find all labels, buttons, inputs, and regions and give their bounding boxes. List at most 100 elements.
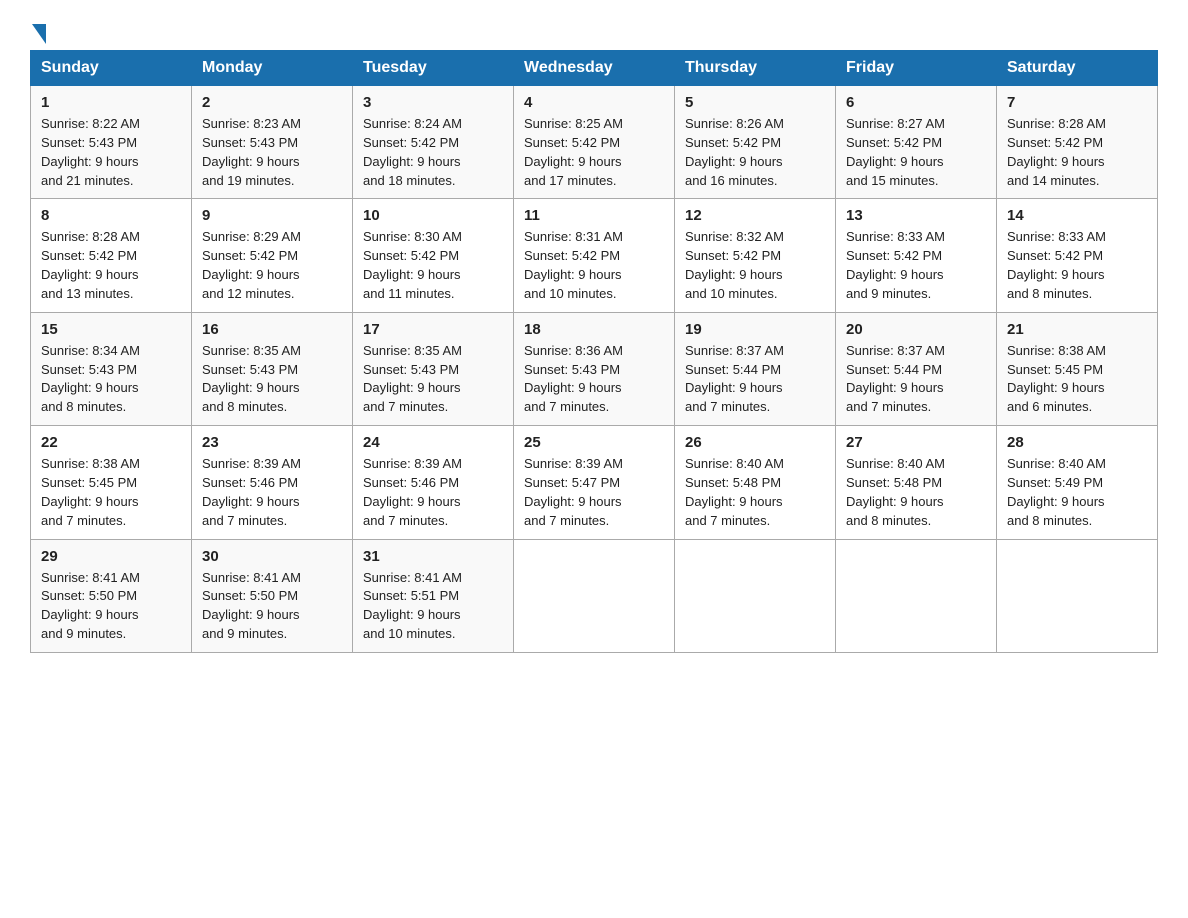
logo-triangle-icon [32, 24, 46, 44]
day-number: 10 [363, 207, 503, 224]
calendar-cell: 21 Sunrise: 8:38 AMSunset: 5:45 PMDayligh… [997, 312, 1158, 425]
day-info: Sunrise: 8:29 AMSunset: 5:42 PMDaylight:… [202, 229, 301, 301]
calendar-cell: 11 Sunrise: 8:31 AMSunset: 5:42 PMDayligh… [514, 199, 675, 312]
day-info: Sunrise: 8:35 AMSunset: 5:43 PMDaylight:… [363, 343, 462, 415]
day-number: 26 [685, 434, 825, 451]
calendar-week-row: 29 Sunrise: 8:41 AMSunset: 5:50 PMDayligh… [31, 539, 1158, 652]
day-number: 23 [202, 434, 342, 451]
day-number: 20 [846, 321, 986, 338]
calendar-cell: 28 Sunrise: 8:40 AMSunset: 5:49 PMDayligh… [997, 426, 1158, 539]
calendar-cell [997, 539, 1158, 652]
calendar-week-row: 22Sunrise: 8:38 AMSunset: 5:45 PMDayligh… [31, 426, 1158, 539]
day-info: Sunrise: 8:27 AMSunset: 5:42 PMDaylight:… [846, 116, 945, 188]
day-number: 27 [846, 434, 986, 451]
day-number: 4 [524, 94, 664, 111]
calendar-cell: 1Sunrise: 8:22 AMSunset: 5:43 PMDaylight… [31, 86, 192, 199]
day-number: 14 [1007, 207, 1147, 224]
calendar-cell: 26Sunrise: 8:40 AMSunset: 5:48 PMDayligh… [675, 426, 836, 539]
day-info: Sunrise: 8:41 AMSunset: 5:51 PMDaylight:… [363, 570, 462, 642]
calendar-cell: 27 Sunrise: 8:40 AMSunset: 5:48 PMDayligh… [836, 426, 997, 539]
calendar-cell: 9 Sunrise: 8:29 AMSunset: 5:42 PMDaylight… [192, 199, 353, 312]
day-info: Sunrise: 8:40 AMSunset: 5:49 PMDaylight:… [1007, 456, 1106, 528]
day-number: 25 [524, 434, 664, 451]
day-number: 28 [1007, 434, 1147, 451]
day-info: Sunrise: 8:38 AMSunset: 5:45 PMDaylight:… [1007, 343, 1106, 415]
day-info: Sunrise: 8:39 AMSunset: 5:47 PMDaylight:… [524, 456, 623, 528]
day-number: 29 [41, 548, 181, 565]
day-info: Sunrise: 8:41 AMSunset: 5:50 PMDaylight:… [41, 570, 140, 642]
calendar-cell: 3Sunrise: 8:24 AMSunset: 5:42 PMDaylight… [353, 86, 514, 199]
day-number: 21 [1007, 321, 1147, 338]
calendar-header-row: SundayMondayTuesdayWednesdayThursdayFrid… [31, 51, 1158, 86]
calendar-cell: 12 Sunrise: 8:32 AMSunset: 5:42 PMDayligh… [675, 199, 836, 312]
day-number: 19 [685, 321, 825, 338]
day-number: 11 [524, 207, 664, 224]
calendar-cell: 22Sunrise: 8:38 AMSunset: 5:45 PMDayligh… [31, 426, 192, 539]
day-header-sunday: Sunday [31, 51, 192, 86]
day-number: 13 [846, 207, 986, 224]
day-header-friday: Friday [836, 51, 997, 86]
day-info: Sunrise: 8:23 AMSunset: 5:43 PMDaylight:… [202, 116, 301, 188]
calendar-cell: 30 Sunrise: 8:41 AMSunset: 5:50 PMDayligh… [192, 539, 353, 652]
calendar-cell [675, 539, 836, 652]
day-number: 16 [202, 321, 342, 338]
calendar-cell: 6 Sunrise: 8:27 AMSunset: 5:42 PMDaylight… [836, 86, 997, 199]
day-info: Sunrise: 8:31 AMSunset: 5:42 PMDaylight:… [524, 229, 623, 301]
day-number: 12 [685, 207, 825, 224]
day-info: Sunrise: 8:33 AMSunset: 5:42 PMDaylight:… [846, 229, 945, 301]
day-info: Sunrise: 8:37 AMSunset: 5:44 PMDaylight:… [685, 343, 784, 415]
calendar-table: SundayMondayTuesdayWednesdayThursdayFrid… [30, 50, 1158, 653]
calendar-cell [514, 539, 675, 652]
calendar-cell: 17 Sunrise: 8:35 AMSunset: 5:43 PMDayligh… [353, 312, 514, 425]
day-info: Sunrise: 8:41 AMSunset: 5:50 PMDaylight:… [202, 570, 301, 642]
calendar-cell: 25 Sunrise: 8:39 AMSunset: 5:47 PMDayligh… [514, 426, 675, 539]
day-info: Sunrise: 8:34 AMSunset: 5:43 PMDaylight:… [41, 343, 140, 415]
day-info: Sunrise: 8:37 AMSunset: 5:44 PMDaylight:… [846, 343, 945, 415]
day-header-monday: Monday [192, 51, 353, 86]
day-number: 9 [202, 207, 342, 224]
day-info: Sunrise: 8:25 AMSunset: 5:42 PMDaylight:… [524, 116, 623, 188]
calendar-cell: 14Sunrise: 8:33 AMSunset: 5:42 PMDayligh… [997, 199, 1158, 312]
day-number: 24 [363, 434, 503, 451]
day-info: Sunrise: 8:28 AMSunset: 5:42 PMDaylight:… [1007, 116, 1106, 188]
calendar-week-row: 8 Sunrise: 8:28 AMSunset: 5:42 PMDaylight… [31, 199, 1158, 312]
day-header-tuesday: Tuesday [353, 51, 514, 86]
calendar-cell: 31 Sunrise: 8:41 AMSunset: 5:51 PMDayligh… [353, 539, 514, 652]
calendar-cell: 16Sunrise: 8:35 AMSunset: 5:43 PMDayligh… [192, 312, 353, 425]
day-number: 17 [363, 321, 503, 338]
day-number: 31 [363, 548, 503, 565]
day-info: Sunrise: 8:40 AMSunset: 5:48 PMDaylight:… [846, 456, 945, 528]
day-info: Sunrise: 8:22 AMSunset: 5:43 PMDaylight:… [41, 116, 140, 188]
calendar-cell: 7 Sunrise: 8:28 AMSunset: 5:42 PMDaylight… [997, 86, 1158, 199]
calendar-cell: 24Sunrise: 8:39 AMSunset: 5:46 PMDayligh… [353, 426, 514, 539]
day-header-thursday: Thursday [675, 51, 836, 86]
day-info: Sunrise: 8:39 AMSunset: 5:46 PMDaylight:… [202, 456, 301, 528]
day-info: Sunrise: 8:30 AMSunset: 5:42 PMDaylight:… [363, 229, 462, 301]
day-info: Sunrise: 8:28 AMSunset: 5:42 PMDaylight:… [41, 229, 140, 301]
day-info: Sunrise: 8:26 AMSunset: 5:42 PMDaylight:… [685, 116, 784, 188]
day-number: 5 [685, 94, 825, 111]
day-info: Sunrise: 8:32 AMSunset: 5:42 PMDaylight:… [685, 229, 784, 301]
calendar-cell: 4 Sunrise: 8:25 AMSunset: 5:42 PMDaylight… [514, 86, 675, 199]
calendar-cell: 23 Sunrise: 8:39 AMSunset: 5:46 PMDayligh… [192, 426, 353, 539]
day-number: 2 [202, 94, 342, 111]
calendar-cell: 8 Sunrise: 8:28 AMSunset: 5:42 PMDaylight… [31, 199, 192, 312]
calendar-cell: 29 Sunrise: 8:41 AMSunset: 5:50 PMDayligh… [31, 539, 192, 652]
calendar-cell: 20 Sunrise: 8:37 AMSunset: 5:44 PMDayligh… [836, 312, 997, 425]
header [30, 20, 1158, 40]
calendar-cell: 10 Sunrise: 8:30 AMSunset: 5:42 PMDayligh… [353, 199, 514, 312]
calendar-cell: 19 Sunrise: 8:37 AMSunset: 5:44 PMDayligh… [675, 312, 836, 425]
day-header-wednesday: Wednesday [514, 51, 675, 86]
calendar-cell: 13 Sunrise: 8:33 AMSunset: 5:42 PMDayligh… [836, 199, 997, 312]
day-number: 7 [1007, 94, 1147, 111]
day-number: 3 [363, 94, 503, 111]
day-number: 6 [846, 94, 986, 111]
calendar-cell: 18 Sunrise: 8:36 AMSunset: 5:43 PMDayligh… [514, 312, 675, 425]
day-number: 18 [524, 321, 664, 338]
day-number: 30 [202, 548, 342, 565]
day-info: Sunrise: 8:36 AMSunset: 5:43 PMDaylight:… [524, 343, 623, 415]
day-number: 8 [41, 207, 181, 224]
calendar-cell: 5 Sunrise: 8:26 AMSunset: 5:42 PMDaylight… [675, 86, 836, 199]
day-header-saturday: Saturday [997, 51, 1158, 86]
calendar-cell: 2 Sunrise: 8:23 AMSunset: 5:43 PMDaylight… [192, 86, 353, 199]
